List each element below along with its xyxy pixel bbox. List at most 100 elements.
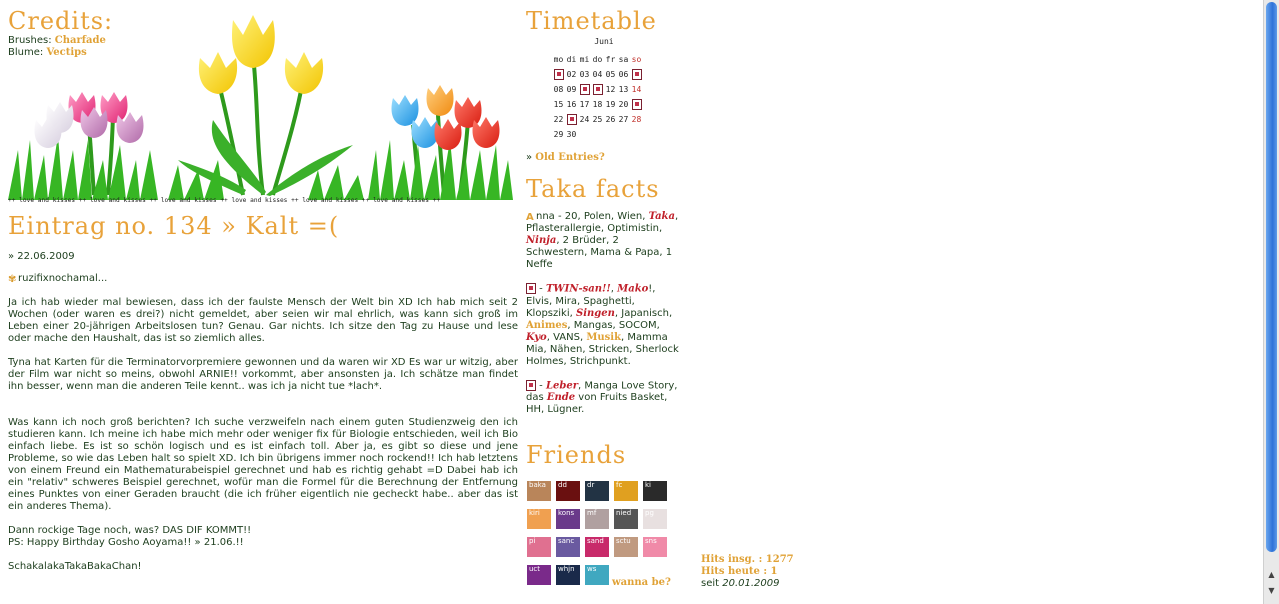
friend-avatar-label: baka [529,481,546,489]
entry-paragraph-4a: Dann rockige Tage noch, was? DAS DIF KOM… [8,525,252,536]
friend-avatar-button[interactable]: kons [556,509,580,529]
facts-text: nna - 20, Polen, Wien, [536,211,646,222]
old-entries-link[interactable]: Old Entries? [535,152,604,163]
facts-block-3: - Leber, Manga Love Story, das Ende von … [526,379,681,417]
facts-text: - [536,283,546,295]
friend-avatar-button[interactable]: pi [527,537,551,557]
friend-avatar-button[interactable]: whjn [556,565,580,585]
hits-total: Hits insg. : 1277 [701,554,794,565]
friend-avatar-label: sand [587,537,604,545]
friend-avatar-label: dd [558,481,567,489]
friend-avatar-label: uct [529,565,541,573]
calendar-day: 06 [618,70,629,79]
hit-counter: Hits insg. : 1277 Hits heute : 1 seit 20… [701,554,794,590]
scroll-up-arrow-icon[interactable]: ▲ [1266,570,1277,582]
calendar-day: 08 [553,85,564,94]
friend-avatar-button[interactable]: mf [585,509,609,529]
friend-avatar-button[interactable]: sns [643,537,667,557]
entry-signature: SchakalakaTakaBakaChan! [8,561,142,572]
facts-singen: Singen [575,307,615,319]
facts-text: , Mangas, SOCOM, [567,319,660,331]
entry-marker-icon[interactable] [631,69,642,80]
friend-avatar-button[interactable]: nied [614,509,638,529]
calendar-entry-day-icon[interactable] [565,112,578,127]
calendar-day: 20 [618,100,629,109]
friend-avatar-button[interactable]: sand [585,537,609,557]
entry-marker-icon[interactable] [579,84,590,95]
friend-avatar-label: sctu [616,537,631,545]
calendar-week: 02 03 04 05 06 [552,67,643,82]
calendar-entry-day-icon[interactable] [552,67,565,82]
hits-today: Hits heute : 1 [701,566,778,577]
entry-greeting: ruzifixnochamal... [18,273,108,284]
calendar-day: 19 [605,100,616,109]
calendar-entry-day-icon[interactable] [591,82,604,97]
hits-since-label: seit [701,578,720,589]
calendar-entry-day-icon[interactable] [578,82,591,97]
calendar-week: 15 16 17 18 19 20 [552,97,643,112]
facts-block-1: Anna - 20, Polen, Wien, Taka, Pflasteral… [526,211,681,271]
calendar-day: 12 [605,85,616,94]
scrollbar-thumb[interactable] [1266,2,1277,552]
friends-title: Friends [526,441,627,469]
calendar-day: 05 [605,70,616,79]
calendar-entry-day-icon[interactable] [630,67,643,82]
calendar-day: 04 [592,70,603,79]
friend-avatar-button[interactable]: sanc [556,537,580,557]
friend-avatar-label: sns [645,537,657,545]
vertical-scrollbar[interactable]: ▲ ▼ [1263,0,1279,604]
friend-avatar-label: whjn [558,565,575,573]
facts-twin: TWIN-san!! [545,283,611,295]
calendar-day: 03 [579,70,590,79]
calendar-month: Juni [594,37,614,46]
entry-marker-icon[interactable] [631,99,642,110]
weekday-so: so [631,55,642,64]
friend-avatar-label: kons [558,509,575,517]
calendar-day: 29 [553,130,564,139]
entry-marker-icon[interactable] [592,84,603,95]
calendar-day: 27 [618,115,629,124]
friend-avatar-button[interactable]: dr [585,481,609,501]
friend-avatar-button[interactable]: baka [527,481,551,501]
calendar-day: 13 [618,85,629,94]
calendar-day: 14 [631,85,642,94]
calendar-day: 15 [553,100,564,109]
weekday-mo: mo [553,55,564,64]
entry-marker-icon[interactable] [566,114,577,125]
weekday-mi: mi [579,55,590,64]
weekday-fr: fr [605,55,616,64]
entry-paragraph-1: Ja ich hab wieder mal bewiesen, dass ich… [8,297,518,344]
friend-avatar-label: ws [587,565,597,573]
friend-avatar-button[interactable]: ws [585,565,609,585]
weekday-sa: sa [618,55,629,64]
friend-avatar-button[interactable]: dd [556,481,580,501]
facts-leber: Leber [545,380,578,391]
calendar-day: 26 [605,115,616,124]
entry-body: ✾ ruzifixnochamal... Ja ich hab wieder ma… [8,273,518,585]
wanna-be-link[interactable]: wanna be? [612,577,671,588]
entry-marker-icon[interactable] [553,69,564,80]
friend-avatar-button[interactable]: pg [643,509,667,529]
facts-title: Taka facts [526,175,660,203]
facts-taka: Taka [648,211,675,222]
friend-avatar-label: nied [616,509,632,517]
friend-avatar-button[interactable]: kiri [527,509,551,529]
facts-text: - [536,380,546,391]
calendar-day [604,127,617,142]
entry-paragraph-4b: PS: Happy Birthday Gosho Aoyama!! » 21.0… [8,537,244,548]
facts-block-2: - TWIN-san!!, Mako!, Elvis, Mira, Spaghe… [526,283,681,368]
facts-animes: Animes [526,319,568,331]
facts-list: Anna - 20, Polen, Wien, Taka, Pflasteral… [526,211,681,428]
friend-avatar-button[interactable]: ki [643,481,667,501]
scroll-down-arrow-icon[interactable]: ▼ [1266,586,1277,598]
friend-avatar-button[interactable]: sctu [614,537,638,557]
calendar-week: 08 09 12 13 14 [552,82,643,97]
friend-avatar-label: pi [529,537,536,545]
friend-avatar-button[interactable]: uct [527,565,551,585]
friend-avatar-label: ki [645,481,651,489]
calendar-entry-day-icon[interactable] [630,97,643,112]
facts-ende: Ende [546,392,576,403]
heart-box-icon [526,283,536,294]
calendar-day [591,127,604,142]
friend-avatar-button[interactable]: fc [614,481,638,501]
